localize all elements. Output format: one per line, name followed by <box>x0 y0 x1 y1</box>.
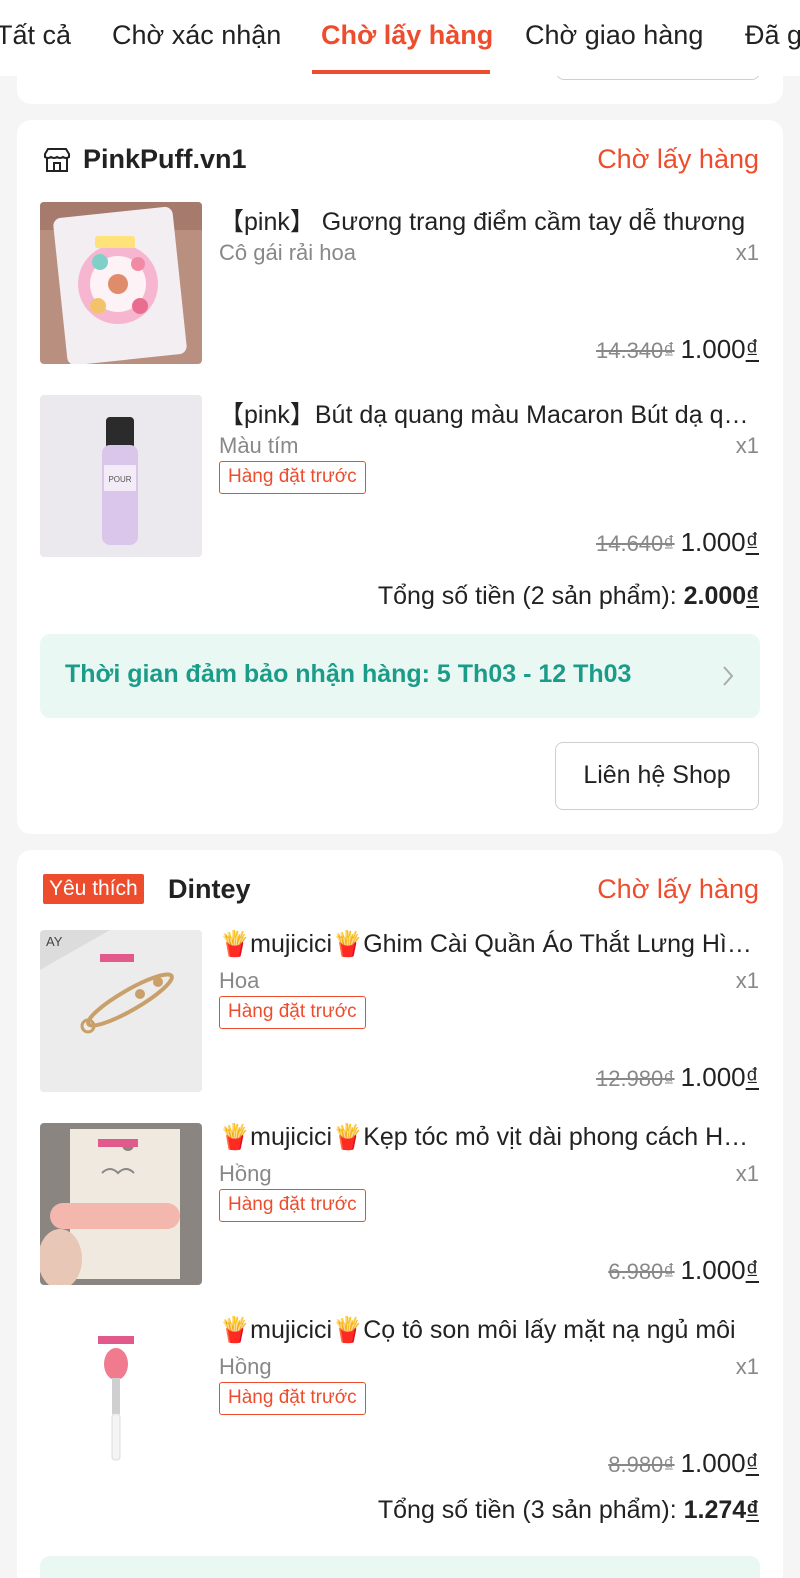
tab-awaiting-pickup[interactable]: Chờ lấy hàng <box>321 20 493 51</box>
sale-price: 1.000₫ <box>680 1062 759 1092</box>
order-item[interactable]: POUR 【pink】Bút dạ quang màu Macaron Bút … <box>17 395 783 571</box>
sale-price: 1.000₫ <box>680 527 759 557</box>
order-status: Chờ lấy hàng <box>597 144 759 174</box>
product-variant: Hồng <box>219 1354 272 1379</box>
product-variant: Hồng <box>219 1161 272 1186</box>
product-title: 🍟mujicici🍟Ghim Cài Quần Áo Thắt Lưng Hìn… <box>219 930 759 958</box>
preorder-badge: Hàng đặt trước <box>219 1189 366 1222</box>
preorder-badge: Hàng đặt trước <box>219 996 366 1029</box>
favorite-shop-badge: Yêu thích <box>43 874 144 904</box>
product-image-highlighter: POUR <box>40 395 202 557</box>
order-total-value: 2.000₫ <box>683 582 759 610</box>
order-item[interactable]: 【pink】 Gương trang điểm cầm tay dễ thươn… <box>17 202 783 378</box>
order-total-label: Tổng số tiền (2 sản phẩm): <box>377 582 684 610</box>
original-price: 12.980₫ <box>595 1066 675 1091</box>
product-variant: Hoa <box>219 968 260 993</box>
order-total: Tổng số tiền (3 sản phẩm): 1.274₫ <box>378 1496 759 1525</box>
svg-text:POUR: POUR <box>108 475 131 484</box>
order-status-tabs: Tất cả Chờ xác nhận Chờ lấy hàng Chờ gia… <box>0 0 800 76</box>
tab-all[interactable]: Tất cả <box>0 20 71 51</box>
tab-delivered[interactable]: Đã giao <box>745 20 800 51</box>
price-row: 6.980₫ 1.000₫ <box>608 1255 759 1286</box>
original-price: 14.340₫ <box>595 338 675 363</box>
product-title: 【pink】 Gương trang điểm cầm tay dễ thươn… <box>219 208 746 236</box>
order-total: Tổng số tiền (2 sản phẩm): 2.000₫ <box>378 582 759 611</box>
product-quantity: x1 <box>735 1161 759 1186</box>
svg-text:AY: AY <box>46 934 63 949</box>
order-total-value: 1.274₫ <box>683 1496 759 1524</box>
order-card: PinkPuff.vn1 Chờ lấy hàng 【pink】 Gương t… <box>17 120 783 834</box>
shop-header[interactable]: Yêu thích Dintey Chờ lấy hàng <box>17 850 783 930</box>
shop-icon <box>44 148 70 172</box>
product-quantity: x1 <box>735 240 759 265</box>
product-image-lip-brush <box>40 1316 202 1478</box>
product-quantity: x1 <box>735 1354 759 1379</box>
shop-name[interactable]: Dintey <box>168 874 251 905</box>
tab-pending-confirmation[interactable]: Chờ xác nhận <box>112 20 281 51</box>
tab-in-delivery[interactable]: Chờ giao hàng <box>525 20 703 51</box>
order-item[interactable]: 🍟mujicici🍟Kẹp tóc mỏ vịt dài phong cách … <box>17 1123 783 1299</box>
contact-shop-button[interactable]: Liên hệ Shop <box>555 742 759 810</box>
order-item[interactable]: 🍟mujicici🍟Cọ tô son môi lấy mặt nạ ngủ m… <box>17 1316 783 1492</box>
preorder-badge: Hàng đặt trước <box>219 461 366 494</box>
product-title: 🍟mujicici🍟Cọ tô son môi lấy mặt nạ ngủ m… <box>219 1316 736 1344</box>
product-quantity: x1 <box>735 968 759 993</box>
product-title: 🍟mujicici🍟Kẹp tóc mỏ vịt dài phong cách … <box>219 1123 759 1151</box>
order-card: Yêu thích Dintey Chờ lấy hàng AY 🍟mujici… <box>17 850 783 1578</box>
product-image-hairclip <box>40 1123 202 1285</box>
price-row: 12.980₫ 1.000₫ <box>596 1062 759 1093</box>
original-price: 8.980₫ <box>608 1452 675 1477</box>
order-total-label: Tổng số tiền (3 sản phẩm): <box>377 1496 684 1524</box>
shop-header[interactable]: PinkPuff.vn1 Chờ lấy hàng <box>17 120 783 200</box>
original-price: 14.640₫ <box>595 531 675 556</box>
sale-price: 1.000₫ <box>680 1255 759 1285</box>
sale-price: 1.000₫ <box>680 334 759 364</box>
product-title: 【pink】Bút dạ quang màu Macaron Bút dạ qu… <box>219 401 759 429</box>
product-variant: Cô gái rải hoa <box>219 240 356 265</box>
active-tab-indicator <box>312 70 490 74</box>
product-variant: Màu tím <box>219 433 299 458</box>
chevron-right-icon <box>723 666 734 686</box>
price-row: 14.640₫ 1.000₫ <box>596 527 759 558</box>
product-quantity: x1 <box>735 433 759 458</box>
delivery-guarantee[interactable]: Thời gian đảm bảo nhận hàng: 5 Th03 - 12… <box>40 634 760 718</box>
product-image-mirror <box>40 202 202 364</box>
product-image-pin: AY <box>40 930 202 1092</box>
delivery-guarantee-text: Thời gian đảm bảo nhận hàng: 5 Th03 - 12… <box>65 660 632 688</box>
preorder-badge: Hàng đặt trước <box>219 1382 366 1415</box>
price-row: 8.980₫ 1.000₫ <box>608 1448 759 1479</box>
order-status: Chờ lấy hàng <box>597 874 759 904</box>
order-item[interactable]: AY 🍟mujicici🍟Ghim Cài Quần Áo Thắt Lưng … <box>17 930 783 1106</box>
delivery-guarantee[interactable] <box>40 1556 760 1578</box>
original-price: 6.980₫ <box>608 1259 675 1284</box>
price-row: 14.340₫ 1.000₫ <box>596 334 759 365</box>
shop-name[interactable]: PinkPuff.vn1 <box>83 144 247 175</box>
sale-price: 1.000₫ <box>680 1448 759 1478</box>
